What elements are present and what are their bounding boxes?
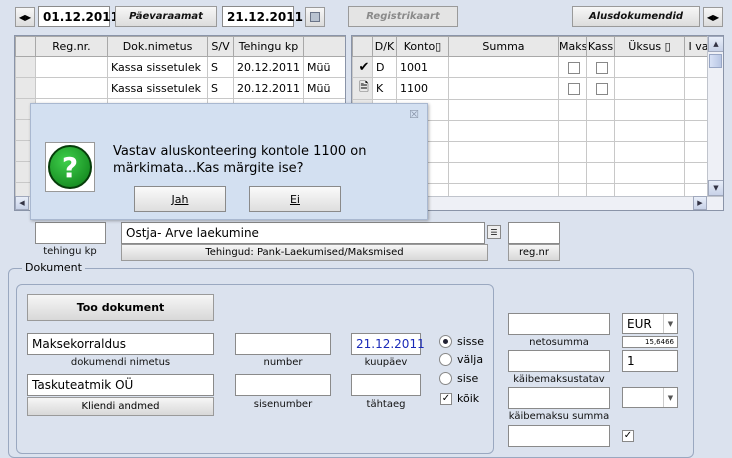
kaibemaksu-summa-label: käibemaksu summa [508, 411, 610, 422]
radio-valja[interactable]: välja [439, 353, 483, 366]
maks-checkbox[interactable] [568, 83, 580, 95]
scroll-thumb[interactable] [709, 54, 722, 68]
tehingu-kp-field[interactable] [35, 222, 106, 244]
koik-checkbox[interactable]: ✓ kõik [440, 392, 479, 405]
netosumma-label: netosumma [529, 337, 589, 348]
number-field[interactable] [235, 333, 331, 355]
kuupaev-field[interactable]: 21.12.2011 [351, 333, 425, 355]
col-header-sv[interactable]: S/V [207, 36, 234, 57]
tahtaeg-label: tähtaeg [366, 399, 406, 410]
prev-next-arrows-right[interactable]: ◀▶ [703, 7, 723, 27]
calendar-button[interactable] [305, 7, 325, 27]
kaibemaksustatav-field[interactable] [508, 350, 610, 372]
vertical-scrollbar[interactable]: ▲ ▼ [707, 36, 723, 196]
kuupaev-label: kuupäev [364, 357, 408, 368]
kass-checkbox[interactable] [596, 61, 608, 74]
tahtaeg-field[interactable] [351, 374, 421, 396]
scroll-down-icon[interactable]: ▼ [708, 180, 723, 196]
exchange-rate-field[interactable]: 15,6466 [622, 336, 678, 348]
table-row[interactable]: 🗎 K 1100 [352, 77, 713, 100]
regnr-field[interactable] [508, 222, 560, 244]
radio-sise[interactable]: sise [439, 372, 478, 385]
bottom-checkbox[interactable]: ✓ [622, 429, 634, 442]
kass-checkbox[interactable] [596, 83, 608, 95]
sisenumber-label: sisenumber [253, 399, 313, 410]
date-from-field[interactable]: 01.12.2011 [38, 6, 119, 27]
alusdokumendid-button[interactable]: Alusdokumendid [572, 6, 700, 27]
regnr-button[interactable]: reg.nr [508, 244, 560, 261]
col-header-uksus[interactable]: Üksus ▯ [614, 36, 685, 57]
radio-selected-icon [439, 335, 452, 348]
left-right-arrows-icon: ◀▶ [18, 12, 32, 22]
kaibemaksustatav-label: käibemaksustatav [513, 374, 605, 385]
question-icon: ? [45, 142, 95, 192]
radio-empty-icon [439, 353, 452, 366]
dokumendi-nimetus-label: dokumendi nimetus [70, 357, 171, 368]
col-header-tehingukp[interactable]: Tehingu kp [233, 36, 304, 57]
bottom-sum-field[interactable] [508, 425, 610, 447]
netosumma-field[interactable] [508, 313, 610, 335]
col-header-doknimetus[interactable]: Dok.nimetus [107, 36, 208, 57]
row-selector[interactable] [15, 56, 36, 78]
maks-checkbox[interactable] [568, 61, 580, 74]
vat-rate-select[interactable]: ▼ [622, 387, 678, 408]
table-row[interactable]: ✔ D 1001 [352, 56, 713, 78]
col-header-dk[interactable]: D/K [372, 36, 397, 57]
paevaraamat-button[interactable]: Päevaraamat [115, 6, 217, 27]
dokument-legend: Dokument [22, 261, 85, 274]
tehingu-kp-label: tehingu kp [43, 246, 97, 257]
too-dokument-button[interactable]: Too dokument [27, 294, 214, 321]
checkmark-icon: ✓ [440, 392, 452, 405]
radio-empty-icon [439, 372, 452, 385]
scroll-right-icon[interactable]: ▶ [693, 196, 707, 210]
chevron-down-icon[interactable]: ▼ [663, 388, 677, 407]
row-selector[interactable] [15, 77, 36, 99]
multiplier-field[interactable]: 1 [622, 350, 678, 372]
col-header-konto[interactable]: Konto▯ [396, 36, 449, 57]
dokumendi-nimetus-field[interactable]: Maksekorraldus [27, 333, 214, 355]
kliendi-andmed-button[interactable]: Kliendi andmed [27, 397, 214, 416]
left-right-arrows-icon: ◀▶ [706, 12, 720, 22]
scroll-up-icon[interactable]: ▲ [708, 36, 723, 52]
col-header-maks[interactable]: Maks [558, 36, 587, 57]
tehingud-button[interactable]: Tehingud: Pank-Laekumised/Maksmised [121, 244, 488, 261]
col-header-regnr[interactable]: Reg.nr. [35, 36, 108, 57]
col-header-extra[interactable] [303, 36, 345, 57]
scroll-left-icon[interactable]: ◀ [15, 196, 29, 210]
confirm-dialog: ☒ ? Vastav aluskonteering kontole 1100 o… [30, 103, 428, 220]
kaibemaksu-summa-field[interactable] [508, 387, 610, 409]
date-to-field[interactable]: 21.12.2011 [222, 6, 303, 27]
sisenumber-field[interactable] [235, 374, 331, 396]
checkmark-icon: ✔ [352, 56, 373, 78]
number-label: number [263, 357, 303, 368]
table-row[interactable]: Kassa sissetulek S 20.12.2011 Müü [15, 77, 345, 99]
registrikaart-button[interactable]: Registrikaart [348, 6, 458, 27]
radio-sisse[interactable]: sisse [439, 335, 484, 348]
close-icon[interactable]: ☒ [409, 108, 419, 121]
prev-next-arrows-left[interactable]: ◀▶ [15, 7, 35, 27]
dialog-message: Vastav aluskonteering kontole 1100 on mä… [113, 144, 367, 176]
col-header-summa[interactable]: Summa [448, 36, 559, 57]
no-button[interactable]: Ei [249, 186, 341, 212]
list-picker-icon[interactable]: ☰ [487, 225, 501, 239]
table-row[interactable]: Kassa sissetulek S 20.12.2011 Müü [15, 56, 345, 78]
col-header-kass[interactable]: Kass [586, 36, 615, 57]
document-icon: 🗎 [352, 77, 373, 100]
klient-field[interactable]: Taskuteatmik OÜ [27, 374, 214, 396]
checkmark-icon: ✓ [622, 430, 634, 442]
transaction-description-field[interactable]: Ostja- Arve laekumine [121, 222, 485, 244]
chevron-down-icon[interactable]: ▼ [663, 314, 677, 333]
col-header-marker[interactable] [352, 36, 373, 57]
col-header-select[interactable] [15, 36, 36, 57]
currency-select[interactable]: EUR ▼ [622, 313, 678, 334]
yes-button[interactable]: Jah [134, 186, 226, 212]
calendar-icon [310, 12, 320, 22]
